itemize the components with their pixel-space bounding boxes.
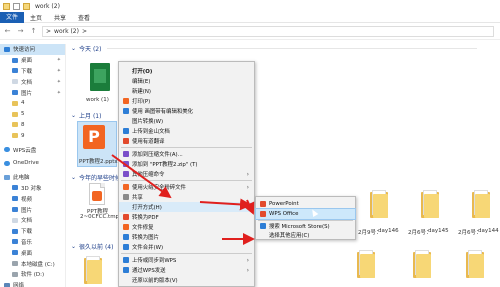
annotation-arrows — [111, 154, 255, 245]
arrow-to-open-with — [111, 154, 172, 199]
arrow-to-submenu — [199, 198, 252, 211]
arrow-to-wps-office — [243, 199, 255, 215]
